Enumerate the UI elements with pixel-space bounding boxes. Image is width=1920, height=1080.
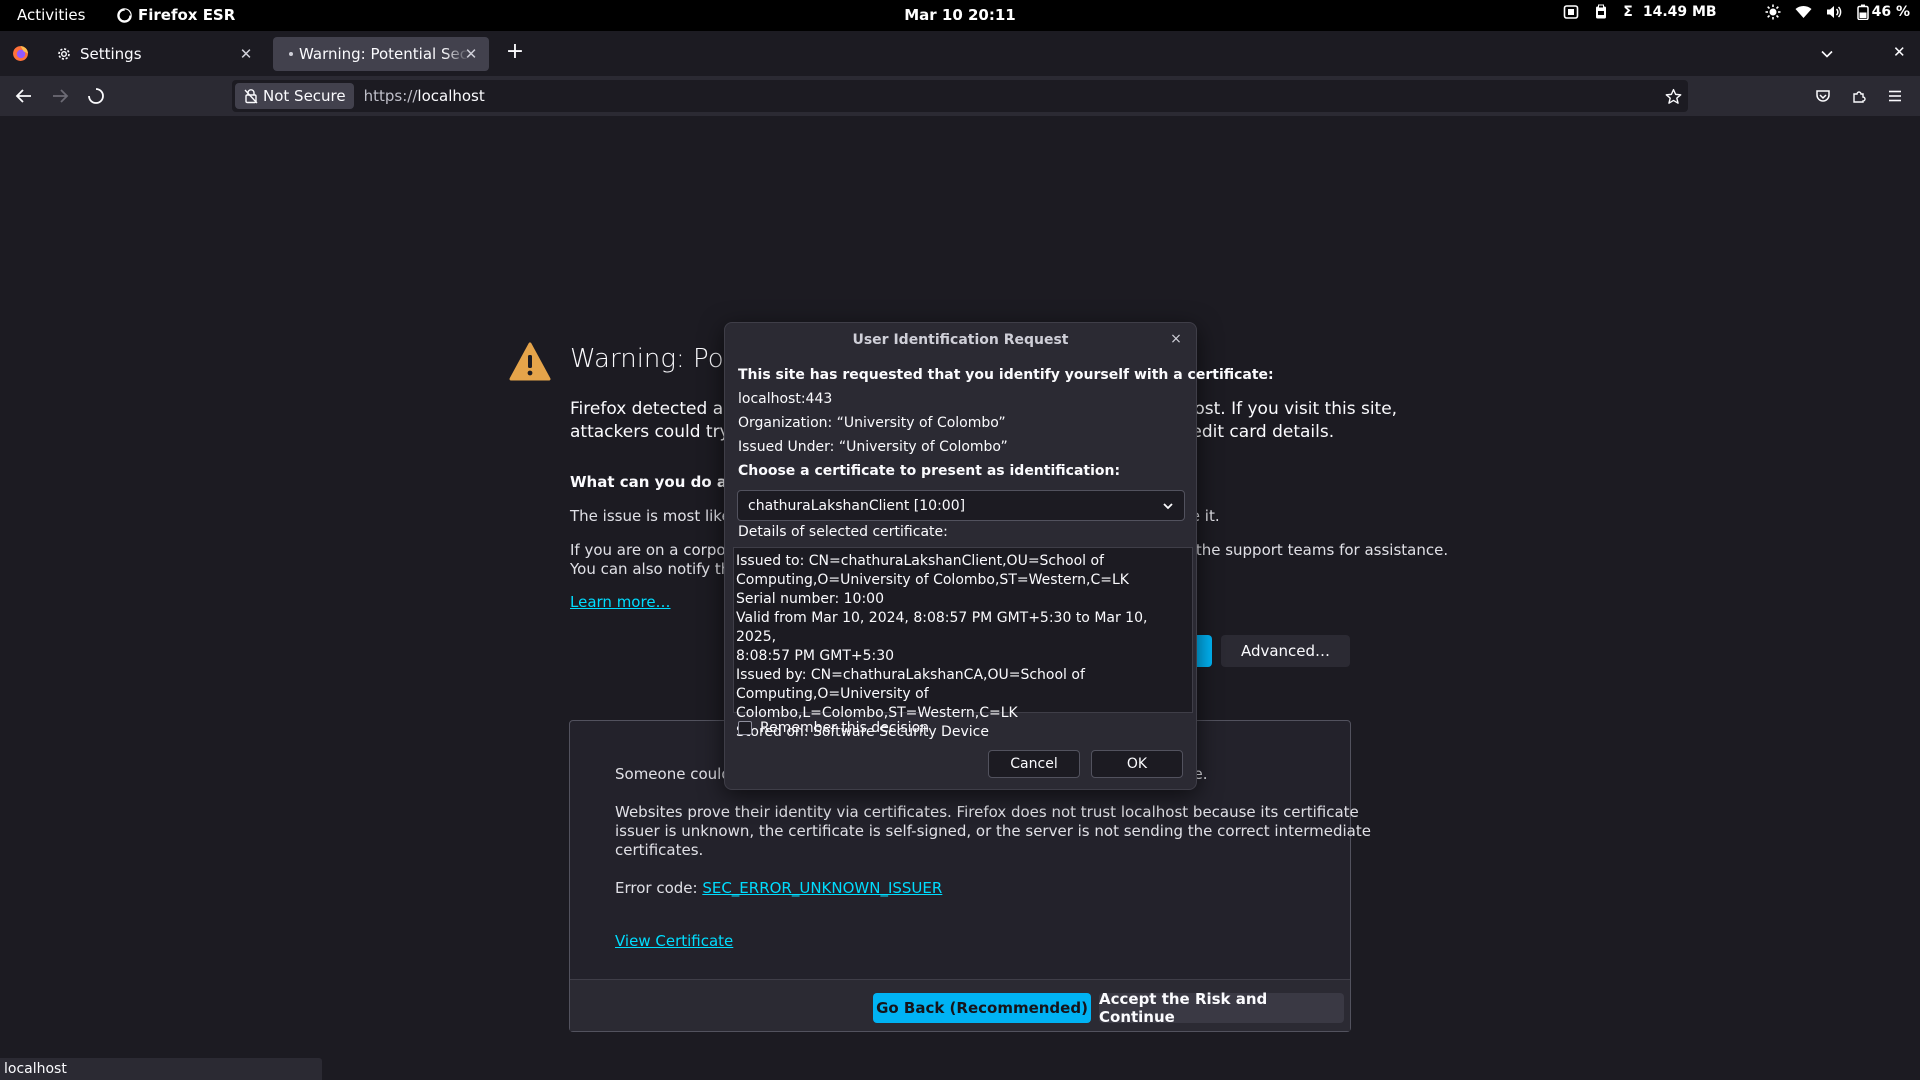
wifi-icon — [1795, 5, 1812, 18]
websites-text-3: certificates. — [615, 841, 704, 859]
battery-icon — [1856, 4, 1869, 20]
selected-certificate: chathuraLakshanClient [10:00] — [748, 497, 966, 514]
tab-label: Settings — [80, 45, 142, 63]
tab-settings[interactable]: Settings ✕ — [46, 37, 264, 71]
list-all-tabs-icon[interactable] — [1820, 47, 1834, 61]
remember-label: Remember this decision — [760, 720, 930, 736]
accept-risk-button[interactable]: Accept the Risk and Continue — [1099, 990, 1344, 1026]
request-intro: This site has requested that you identif… — [738, 367, 1274, 383]
warning-triangle-icon — [509, 342, 551, 381]
url-scheme: https:// — [363, 87, 418, 105]
site-identity-button[interactable]: Not Secure — [235, 83, 354, 109]
gear-icon — [58, 48, 70, 60]
url-bar[interactable]: Not Secure https://localhost — [232, 80, 1688, 112]
extensions-icon[interactable] — [1851, 88, 1867, 104]
url-text[interactable]: https://localhost — [364, 87, 485, 105]
close-tab-icon[interactable]: ✕ — [461, 44, 481, 64]
websites-text-2: issuer is unknown, the certificate is se… — [615, 822, 1371, 840]
screen-share-icon — [1563, 5, 1579, 19]
websites-text-1: Websites prove their identity via certif… — [615, 803, 1359, 821]
bookmark-star-icon[interactable] — [1665, 88, 1682, 105]
hamburger-menu-icon[interactable] — [1887, 88, 1903, 104]
new-tab-button[interactable]: + — [503, 41, 527, 65]
tab-loading-dot-icon — [289, 52, 293, 56]
close-window-icon[interactable]: ✕ — [1893, 43, 1906, 61]
forward-icon[interactable] — [48, 84, 72, 108]
certificate-select[interactable]: chathuraLakshanClient [10:00] — [737, 490, 1185, 521]
memory-usage: 14.49 MB — [1642, 4, 1717, 20]
volume-icon — [1826, 6, 1841, 18]
brightness-icon — [1765, 4, 1781, 20]
remember-decision-checkbox[interactable]: Remember this decision — [738, 720, 929, 736]
details-line: Valid from Mar 10, 2024, 8:08:57 PM GMT+… — [736, 610, 1148, 645]
details-line: 8:08:57 PM GMT+5:30 — [736, 648, 895, 664]
details-label: Details of selected certificate: — [738, 524, 948, 540]
clipboard-icon — [1596, 4, 1607, 19]
details-line: Computing,O=University of Colombo,L=Colo… — [736, 686, 1018, 721]
details-line: Issued to: CN=chathuraLakshanClient,OU=S… — [736, 553, 1104, 569]
error-code-label: Error code: — [615, 879, 703, 897]
activities-button[interactable]: Activities — [17, 6, 85, 24]
ok-button[interactable]: OK — [1091, 750, 1183, 778]
go-back-button[interactable]: Go Back (Recommended) — [873, 993, 1091, 1023]
pocket-icon[interactable] — [1815, 88, 1831, 104]
tab-security-warning[interactable]: Warning: Potential Security Risk Ahead ✕ — [273, 37, 489, 71]
system-tray[interactable]: Σ 14.49 MB 46 % — [1563, 4, 1910, 20]
cancel-button[interactable]: Cancel — [988, 750, 1080, 778]
battery-percent: 46 % — [1871, 4, 1910, 20]
view-certificate-link[interactable]: View Certificate — [615, 932, 733, 950]
details-line: Issued by: CN=chathuraLakshanCA,OU=Schoo… — [736, 667, 1085, 683]
choose-certificate-label: Choose a certificate to present as ident… — [738, 463, 1121, 479]
memory-icon: Σ — [1623, 4, 1633, 20]
request-host: localhost:443 — [738, 391, 833, 407]
navigation-toolbar: Not Secure https://localhost — [0, 76, 1920, 116]
not-secure-label: Not Secure — [263, 87, 346, 105]
url-host: localhost — [417, 87, 485, 105]
status-panel: localhost — [0, 1058, 322, 1080]
advanced-button[interactable]: Advanced… — [1221, 635, 1350, 667]
firefox-app-icon — [117, 7, 132, 23]
tab-strip: Settings ✕ Warning: Potential Security R… — [0, 31, 1920, 76]
system-top-bar: Activities Firefox ESR Mar 10 20:11 Σ 14… — [0, 0, 1920, 31]
insecure-lock-icon — [244, 89, 258, 104]
details-line: Computing,O=University of Colombo,ST=Wes… — [736, 572, 1129, 588]
error-code-row: Error code: SEC_ERROR_UNKNOWN_ISSUER — [615, 879, 942, 897]
app-name: Firefox ESR — [138, 6, 236, 24]
close-tab-icon[interactable]: ✕ — [236, 44, 256, 64]
firefox-view-icon[interactable] — [12, 45, 29, 62]
error-code-link[interactable]: SEC_ERROR_UNKNOWN_ISSUER — [702, 879, 942, 897]
learn-more-link[interactable]: Learn more… — [570, 593, 671, 611]
back-icon[interactable] — [12, 84, 36, 108]
user-identification-dialog: User Identification Request × This site … — [724, 322, 1274, 790]
stop-loading-icon[interactable] — [84, 84, 108, 108]
app-menu[interactable]: Firefox ESR — [117, 6, 235, 24]
dialog-title: User Identification Request — [852, 332, 1069, 348]
close-icon[interactable]: × — [1168, 331, 1184, 347]
checkbox-box[interactable] — [738, 721, 752, 735]
chevron-down-icon — [1163, 503, 1173, 510]
request-organization: Organization: “University of Colombo” — [738, 415, 1006, 431]
tab-label: Warning: Potential Security Risk Ahead — [299, 45, 469, 63]
request-issued-under: Issued Under: “University of Colombo” — [738, 439, 1008, 455]
details-line: Serial number: 10:00 — [736, 591, 884, 607]
certificate-details[interactable]: Issued to: CN=chathuraLakshanClient,OU=S… — [733, 547, 1193, 740]
